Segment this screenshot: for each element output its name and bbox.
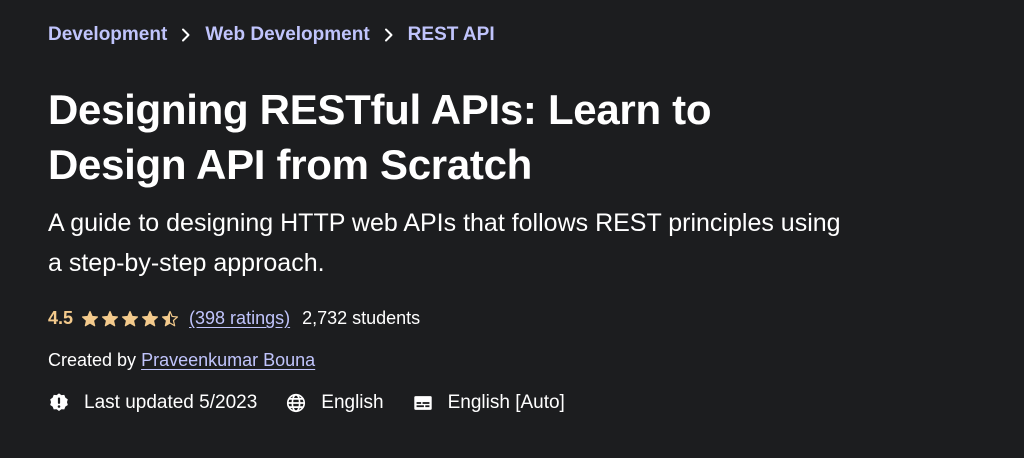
creator-row: Created by Praveenkumar Bouna — [48, 350, 315, 371]
breadcrumb-web-development[interactable]: Web Development — [205, 24, 369, 46]
alert-badge-icon — [50, 393, 68, 411]
chevron-right-icon — [370, 25, 408, 45]
star-icon — [81, 310, 99, 326]
star-icon — [141, 310, 159, 326]
captions-text: English [Auto] — [447, 392, 565, 413]
language-text: English — [321, 392, 384, 413]
star-icon — [101, 310, 119, 326]
breadcrumb: Development Web Development REST API — [48, 24, 495, 46]
globe-icon — [287, 393, 306, 413]
course-meta: Last updated 5/2023 English English [Aut… — [48, 392, 593, 414]
breadcrumb-development[interactable]: Development — [48, 24, 167, 46]
ratings-count-link[interactable]: (398 ratings) — [189, 308, 290, 329]
course-title-line-2: Design API from Scratch — [48, 141, 532, 188]
rating-stars — [81, 310, 181, 328]
created-by-label: Created by — [48, 350, 142, 370]
course-title: Designing RESTful APIs: Learn to Design … — [48, 82, 968, 192]
students-count: 2,732 students — [302, 308, 421, 328]
rating-value: 4.5 — [48, 308, 74, 328]
course-captions: English [Auto] — [412, 392, 565, 414]
star-icon — [121, 310, 139, 326]
closed-captions-icon — [413, 396, 432, 410]
course-title-line-1: Designing RESTful APIs: Learn to — [48, 86, 712, 133]
course-subtitle: A guide to designing HTTP web APIs that … — [48, 203, 988, 283]
course-language: English — [285, 392, 384, 414]
rating-row: 4.5 (398 ratings) 2,732 students — [48, 308, 420, 329]
chevron-right-icon — [167, 25, 205, 45]
star-icon — [161, 310, 179, 326]
course-subtitle-line-2: a step-by-step approach. — [48, 249, 325, 277]
instructor-link[interactable]: Praveenkumar Bouna — [141, 350, 315, 370]
breadcrumb-rest-api[interactable]: REST API — [408, 24, 495, 46]
course-subtitle-line-1: A guide to designing HTTP web APIs that … — [48, 209, 841, 237]
last-updated-text: Last updated 5/2023 — [84, 392, 258, 413]
last-updated: Last updated 5/2023 — [48, 392, 257, 414]
